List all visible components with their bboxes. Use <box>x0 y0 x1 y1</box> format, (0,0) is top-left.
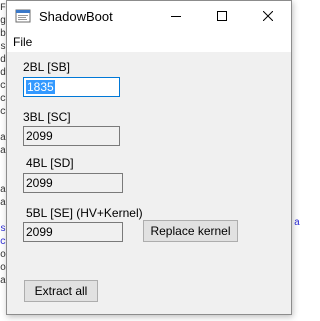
replace-kernel-button[interactable]: Replace kernel <box>143 220 238 242</box>
field-3bl-value: 2099 <box>26 129 53 143</box>
field-2bl-input[interactable]: 1835 <box>23 77 120 97</box>
shadowboot-window: ShadowBoot File 2BL [SB] 1835 3BL [SC] 2… <box>6 0 292 315</box>
close-icon <box>262 8 274 26</box>
app-icon <box>15 8 31 24</box>
label-4bl: 4BL [SD] <box>26 156 74 170</box>
field-3bl-input[interactable]: 2099 <box>23 126 120 146</box>
field-5bl-input[interactable]: 2099 <box>23 222 123 242</box>
label-2bl: 2BL [SB] <box>23 60 70 74</box>
field-2bl-value: 1835 <box>26 80 55 94</box>
window-title: ShadowBoot <box>39 9 113 24</box>
label-5bl: 5BL [SE] (HV+Kernel) <box>26 206 143 220</box>
menu-file[interactable]: File <box>13 35 32 49</box>
background-editor-right: a <box>294 0 300 321</box>
field-4bl-input[interactable]: 2099 <box>23 173 123 193</box>
field-5bl-value: 2099 <box>26 225 53 239</box>
maximize-button[interactable] <box>199 1 245 32</box>
maximize-icon <box>217 8 227 26</box>
minimize-button[interactable] <box>153 1 199 32</box>
close-button[interactable] <box>245 1 291 32</box>
extract-all-button[interactable]: Extract all <box>24 280 98 302</box>
field-4bl-value: 2099 <box>26 176 53 190</box>
title-bar[interactable]: ShadowBoot <box>7 1 291 32</box>
label-3bl: 3BL [SC] <box>23 110 71 124</box>
minimize-icon <box>171 8 181 26</box>
menu-bar: File <box>7 32 291 53</box>
